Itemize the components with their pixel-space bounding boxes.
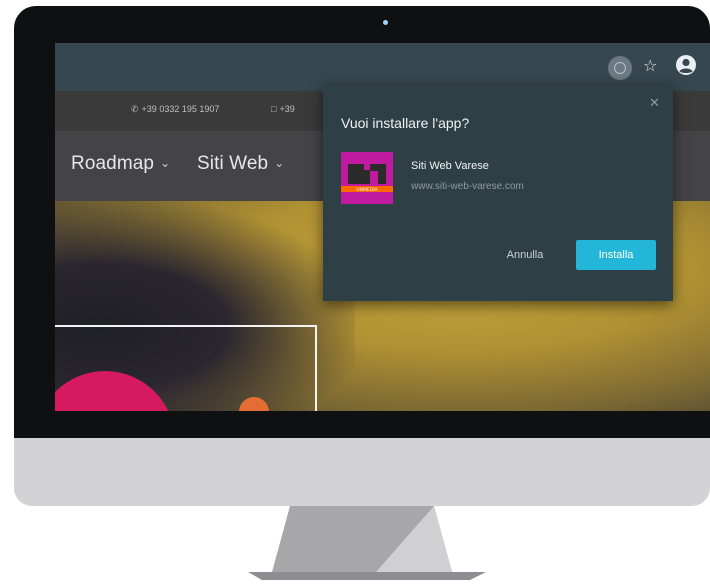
install-app-dialog: Vuoi installare l'app? ✕ UNMEDIA Siti We… (323, 85, 673, 301)
contact-phone-text: +39 0332 195 1907 (141, 104, 220, 114)
star-icon[interactable]: ☆ (643, 56, 657, 75)
camera-dot (383, 20, 388, 25)
contact-phone-2-text: +39 (279, 104, 295, 114)
close-icon[interactable]: ✕ (649, 96, 660, 111)
install-button[interactable]: Installa (576, 240, 656, 270)
contact-phone-2[interactable]: □ +39 (271, 104, 295, 114)
logo-text: UNMEDIA (356, 187, 378, 193)
nav-item-label: Roadmap (71, 153, 155, 174)
profile-icon[interactable] (675, 54, 697, 76)
phone-icon: □ (271, 104, 277, 114)
monitor-chin (14, 438, 710, 506)
app-url: www.siti-web-varese.com (411, 181, 524, 192)
monitor-frame: ☆ ✆ +39 0332 195 1907 □ +39 Roadmap ⌄ Siti … (14, 6, 710, 438)
cancel-button[interactable]: Annulla (487, 240, 563, 270)
app-logo: UNMEDIA (341, 152, 393, 204)
app-name: Siti Web Varese (411, 160, 489, 172)
monitor-stand (248, 506, 486, 580)
phone-icon: ✆ (131, 104, 139, 114)
browser-toolbar: ☆ (55, 43, 710, 91)
nav-item-label: Siti Web (197, 153, 269, 174)
chevron-down-icon: ⌄ (274, 156, 285, 170)
chevron-down-icon: ⌄ (160, 156, 171, 170)
contact-phone[interactable]: ✆ +39 0332 195 1907 (131, 104, 219, 115)
screen: ☆ ✆ +39 0332 195 1907 □ +39 Roadmap ⌄ Siti … (55, 43, 710, 411)
nav-item-siti-web[interactable]: Siti Web ⌄ (197, 153, 284, 175)
install-icon[interactable] (608, 56, 632, 80)
dialog-title: Vuoi installare l'app? (341, 115, 470, 131)
nav-item-roadmap[interactable]: Roadmap ⌄ (71, 153, 170, 175)
